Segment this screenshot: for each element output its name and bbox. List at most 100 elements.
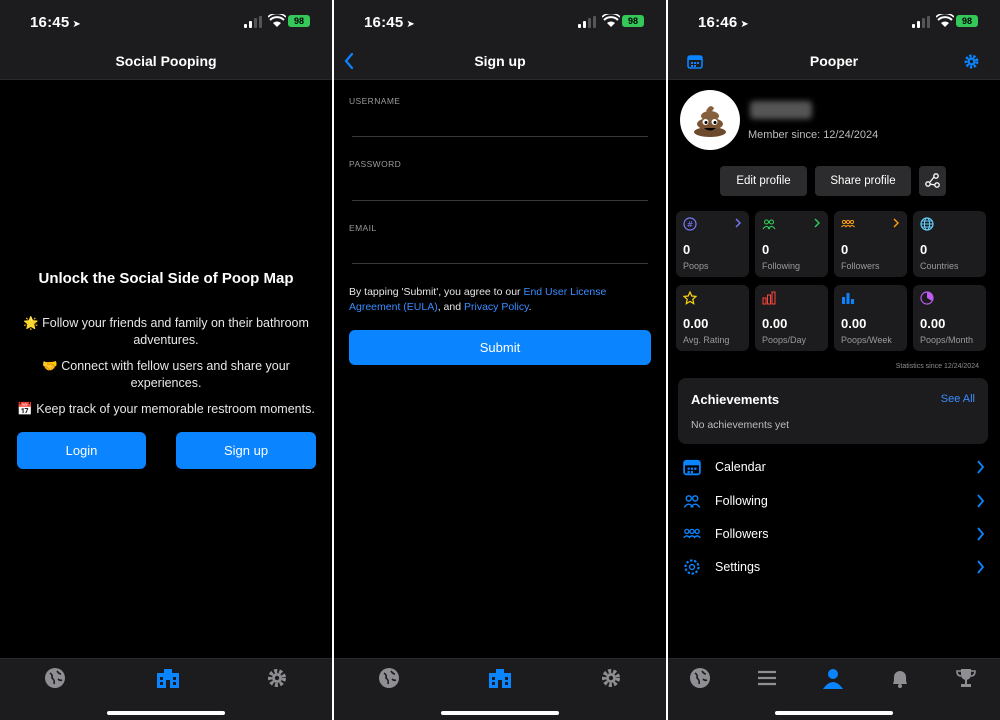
password-label: PASSWORD — [349, 159, 402, 169]
status-bar: 16:45 ➤ 98 — [0, 0, 332, 44]
chevron-right-icon — [977, 527, 984, 541]
handshake-icon: 🤝 — [42, 359, 58, 373]
share-network-button[interactable] — [919, 166, 946, 196]
menu-item-calendar[interactable]: Calendar — [668, 452, 1000, 482]
avatar[interactable] — [680, 90, 740, 150]
submit-button[interactable]: Submit — [349, 330, 651, 365]
battery-indicator: 98 — [956, 15, 978, 27]
password-input[interactable] — [349, 171, 648, 199]
hash-icon: # — [683, 217, 697, 231]
people-icon — [762, 219, 776, 230]
login-button[interactable]: Login — [17, 432, 146, 469]
signal-icon — [578, 16, 596, 28]
wifi-icon — [268, 14, 286, 27]
calendar-icon — [683, 459, 701, 476]
terms-text: By tapping 'Submit', you agree to our En… — [349, 286, 607, 313]
status-bar: 16:46 ➤ 98 — [668, 0, 1000, 44]
battery-indicator: 98 — [622, 15, 644, 27]
chevron-right-icon — [893, 218, 899, 228]
globe-icon[interactable] — [378, 667, 400, 689]
profile-screen: 16:46 ➤ 98 Pooper Member since: 12/24/202… — [668, 0, 1000, 720]
signup-button[interactable]: Sign up — [176, 432, 316, 469]
feature-track: 📅 Keep track of your memorable restroom … — [17, 402, 315, 416]
tab-bar — [0, 658, 332, 720]
star-icon — [683, 291, 697, 305]
poop-icon — [694, 106, 726, 137]
member-since: Member since: 12/24/2024 — [748, 129, 879, 141]
gear-icon[interactable] — [600, 667, 622, 689]
achievements-title: Achievements — [691, 392, 780, 407]
list-icon[interactable] — [756, 667, 778, 689]
stat-card-avg-rating: 0.00 Avg. Rating — [676, 285, 749, 351]
star-icon: 🌟 — [23, 316, 39, 330]
gear-icon — [684, 559, 700, 575]
globe-icon[interactable] — [689, 667, 711, 689]
status-bar: 16:45 ➤ 98 — [334, 0, 666, 44]
gear-icon[interactable] — [963, 53, 980, 70]
stat-card-followers[interactable]: 0 Followers — [834, 211, 907, 277]
globe-icon — [920, 217, 934, 231]
chevron-right-icon — [735, 218, 741, 228]
nav-title: Social Pooping — [115, 53, 217, 69]
share-profile-button[interactable]: Share profile — [815, 166, 911, 196]
wifi-icon — [936, 14, 954, 27]
nav-bar: Pooper — [668, 44, 1000, 80]
username-redacted — [750, 101, 812, 119]
building-icon[interactable] — [487, 667, 513, 689]
username-label: USERNAME — [349, 96, 401, 106]
signal-icon — [244, 16, 262, 28]
see-all-link[interactable]: See All — [941, 393, 975, 405]
stat-card-countries: 0 Countries — [913, 211, 986, 277]
group-icon — [841, 219, 855, 228]
nav-title: Pooper — [809, 53, 859, 69]
home-indicator — [441, 711, 559, 715]
username-underline — [352, 136, 648, 137]
achievements-card: Achievements See All No achievements yet — [678, 378, 988, 444]
calendar-icon: 📅 — [17, 402, 33, 416]
person-icon[interactable] — [822, 667, 844, 689]
stat-card-poops[interactable]: # 0 Poops — [676, 211, 749, 277]
status-time: 16:46 ➤ — [698, 14, 749, 31]
nav-title: Sign up — [474, 53, 526, 69]
menu-item-following[interactable]: Following — [668, 486, 1000, 516]
stat-card-poops-month: 0.00 Poops/Month — [913, 285, 986, 351]
email-underline — [352, 263, 648, 264]
trophy-icon[interactable] — [955, 667, 977, 689]
pie-chart-icon — [920, 291, 934, 305]
feature-follow: 🌟 Follow your friends and family on thei… — [23, 316, 309, 347]
chevron-right-icon — [977, 560, 984, 574]
signup-screen: 16:45 ➤ 98 Sign up USERNAME PASSWORD EMAI… — [334, 0, 666, 720]
status-time: 16:45 ➤ — [30, 14, 81, 31]
menu-item-settings[interactable]: Settings — [668, 552, 1000, 582]
username-input[interactable] — [349, 108, 648, 136]
feature-connect: 🤝 Connect with fellow users and share yo… — [42, 359, 290, 390]
status-time: 16:45 ➤ — [364, 14, 415, 31]
gear-icon[interactable] — [266, 667, 288, 689]
email-label: EMAIL — [349, 223, 377, 233]
home-indicator — [775, 711, 893, 715]
privacy-policy-link[interactable]: Privacy Policy — [464, 301, 529, 313]
email-input[interactable] — [349, 235, 648, 263]
stat-card-poops-week: 0.00 Poops/Week — [834, 285, 907, 351]
nav-bar: Social Pooping — [0, 44, 332, 80]
bell-icon[interactable] — [889, 667, 911, 689]
home-indicator — [107, 711, 225, 715]
group-icon — [683, 528, 701, 539]
no-achievements-text: No achievements yet — [691, 419, 790, 431]
tab-bar — [668, 658, 1000, 720]
statistics-note: Statistics since 12/24/2024 — [895, 363, 979, 370]
share-network-icon — [925, 173, 940, 188]
people-icon — [683, 495, 701, 508]
stat-card-poops-day: 0.00 Poops/Day — [755, 285, 828, 351]
nav-bar: Sign up — [334, 44, 666, 80]
signal-icon — [912, 16, 930, 28]
globe-icon[interactable] — [44, 667, 66, 689]
chart-bars-icon — [842, 293, 854, 304]
chevron-right-icon — [977, 494, 984, 508]
building-icon[interactable] — [155, 667, 181, 689]
edit-profile-button[interactable]: Edit profile — [720, 166, 807, 196]
stat-card-following[interactable]: 0 Following — [755, 211, 828, 277]
menu-item-followers[interactable]: Followers — [668, 519, 1000, 549]
tab-bar — [334, 658, 666, 720]
password-underline — [352, 200, 648, 201]
